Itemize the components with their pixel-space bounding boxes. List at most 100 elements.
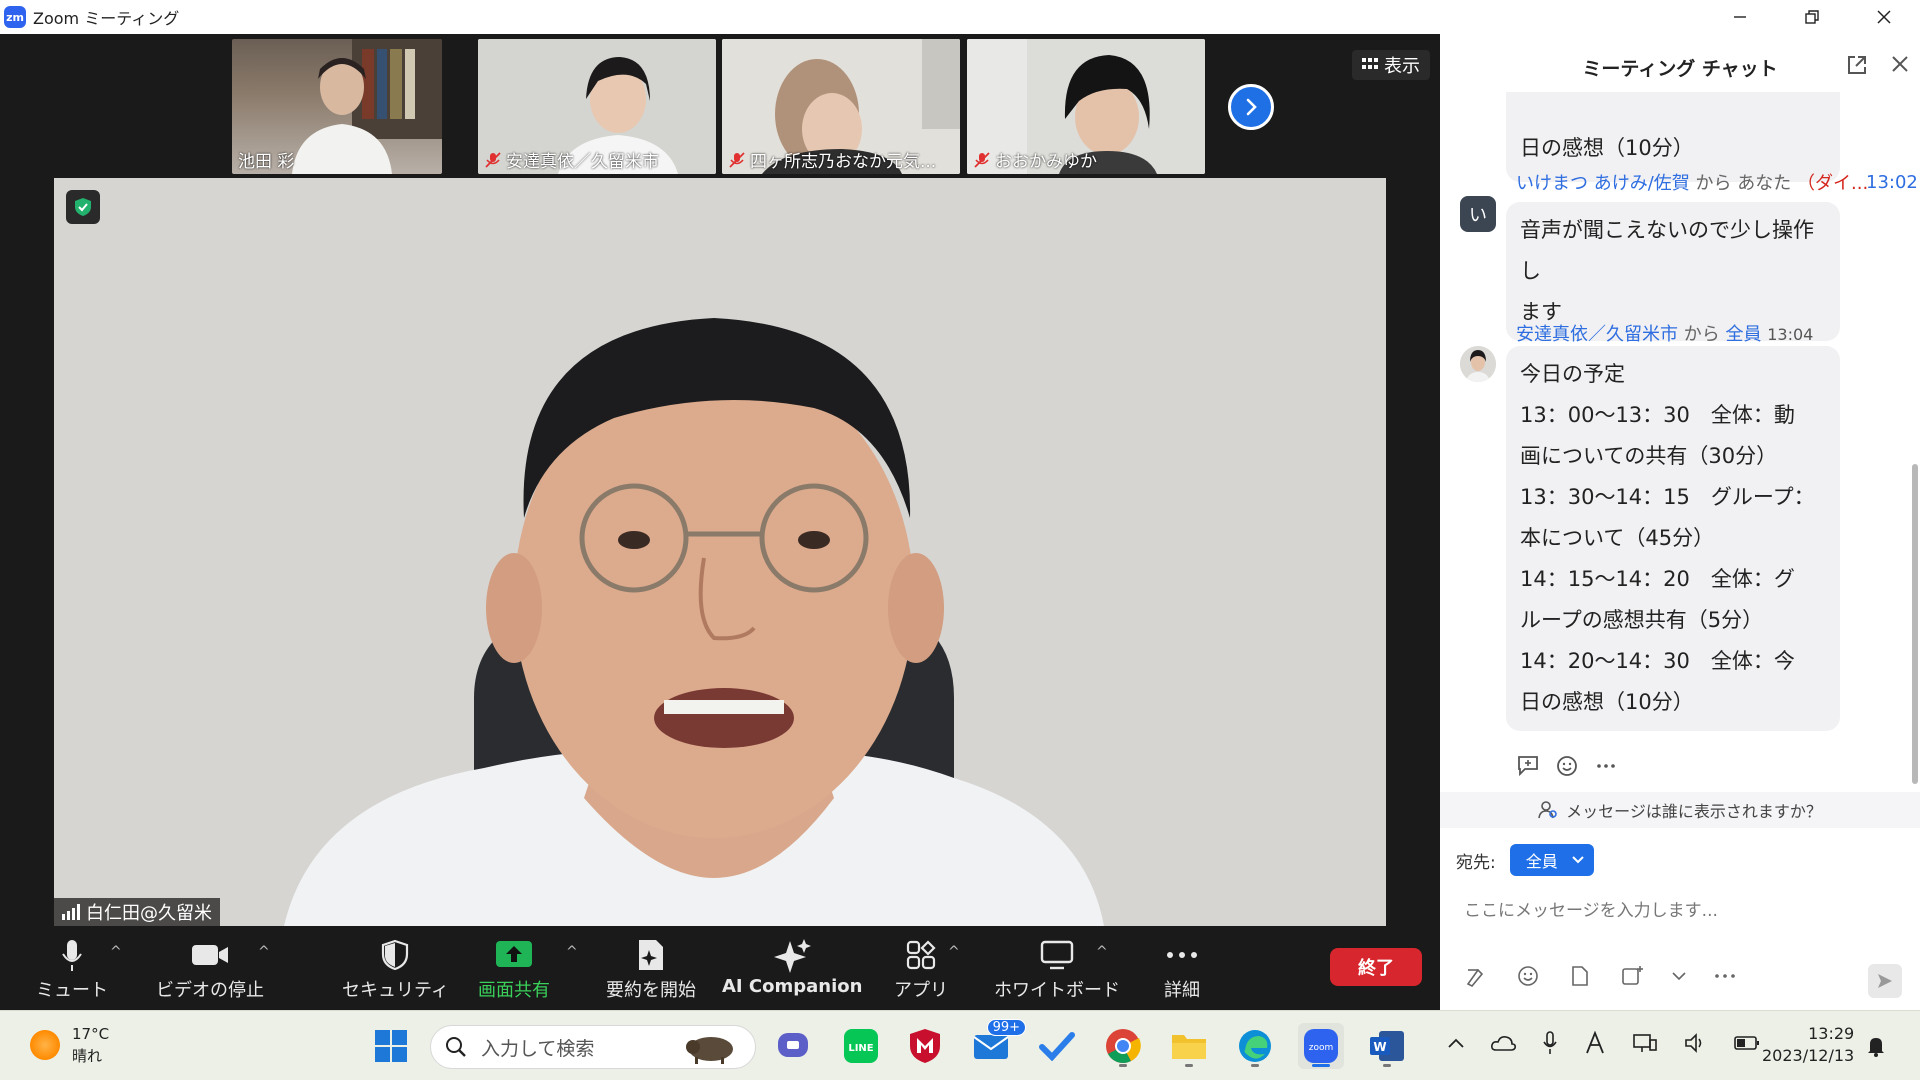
whiteboard-options-caret[interactable]: ^ [1096, 944, 1108, 960]
encryption-shield-icon[interactable] [66, 190, 100, 224]
taskbar-app-chat[interactable] [770, 1023, 816, 1069]
muted-mic-icon [729, 151, 745, 168]
ime-mode-icon[interactable] [1584, 1031, 1606, 1055]
audio-options-caret[interactable]: ^ [110, 944, 122, 960]
taskbar-search[interactable]: 入力して検索 [430, 1025, 756, 1069]
close-chat-icon[interactable] [1890, 54, 1910, 74]
chat-message-bubble: 今日の予定 13：00〜13：30 全体：動 画についての共有（30分） 13：… [1506, 346, 1840, 731]
ai-companion-button[interactable]: AI Companion [722, 934, 862, 997]
zoom-app-icon: zoom [1304, 1029, 1338, 1063]
svg-text:zoom: zoom [1309, 1043, 1334, 1053]
taskbar-clock[interactable]: 13:29 2023/12/13 [1762, 1023, 1854, 1067]
recipient-label: 宛先: [1456, 852, 1496, 873]
taskbar-app-explorer[interactable] [1166, 1023, 1212, 1069]
close-button[interactable] [1848, 0, 1920, 34]
zoom-logo-icon: zm [4, 6, 26, 28]
chat-message-input[interactable]: ここにメッセージを入力します... [1464, 896, 1718, 921]
taskbar-app-mail[interactable]: 99+ [968, 1019, 1026, 1069]
format-text-icon[interactable] [1464, 964, 1488, 988]
clock-time: 13:29 [1808, 1024, 1855, 1043]
participant-thumbnail[interactable]: 池田 彩 [232, 39, 442, 174]
summary-icon [639, 940, 663, 970]
chat-sender-line: 安達真依／久留米市 から 全員 13:04 [1516, 324, 1814, 345]
mute-button[interactable]: ミュート [36, 934, 108, 1002]
taskbar-app-zoom[interactable]: zoom [1298, 1023, 1344, 1069]
sender-name[interactable]: 安達真依／久留米市 [1516, 324, 1678, 345]
taskbar-app-todo[interactable] [1034, 1023, 1080, 1069]
taskbar-app-word[interactable]: W [1364, 1023, 1410, 1069]
participant-thumbnail[interactable]: 安達真依／久留米市 [478, 39, 716, 174]
speaker-name-tag: 白仁田@久留米 [54, 898, 220, 926]
chevron-up-icon[interactable] [1448, 1037, 1464, 1049]
edge-icon [1239, 1030, 1271, 1062]
svg-text:W: W [1373, 1040, 1386, 1054]
end-meeting-button[interactable]: 終了 [1330, 948, 1422, 986]
speaker-name: 白仁田@久留米 [86, 903, 212, 924]
more-dots-icon[interactable] [1714, 972, 1736, 980]
file-icon[interactable] [1568, 964, 1592, 988]
next-page-button[interactable] [1228, 84, 1274, 130]
start-summary-button[interactable]: 要約を開始 [606, 934, 696, 1002]
bell-icon [1868, 1038, 1884, 1057]
windows-logo-icon [375, 1030, 407, 1062]
apps-icon [906, 940, 936, 970]
microphone-icon [62, 940, 82, 971]
view-button[interactable]: 表示 [1352, 50, 1430, 80]
taskbar-app-chrome[interactable] [1100, 1023, 1146, 1069]
chrome-icon [1106, 1029, 1141, 1063]
chevron-down-icon [1572, 856, 1584, 864]
microphone-icon[interactable] [1542, 1031, 1558, 1055]
grid-view-icon [1362, 58, 1378, 69]
avatar[interactable]: い [1460, 196, 1496, 232]
message-time: 13:04 [1767, 325, 1814, 344]
share-options-caret[interactable]: ^ [566, 944, 578, 960]
emoji-icon[interactable] [1516, 964, 1540, 988]
battery-icon[interactable] [1734, 1035, 1760, 1051]
video-options-caret[interactable]: ^ [258, 944, 270, 960]
onedrive-cloud-icon[interactable] [1490, 1034, 1516, 1052]
stop-video-button[interactable]: ビデオの停止 [156, 934, 264, 1002]
chevron-down-icon[interactable] [1672, 971, 1686, 981]
chat-scrollbar[interactable] [1912, 464, 1918, 784]
share-screen-icon [496, 941, 532, 967]
title-bar: zm Zoom ミーティング [0, 0, 1920, 34]
main-speaker-video[interactable]: 白仁田@久留米 [54, 178, 1386, 926]
volume-icon[interactable] [1684, 1032, 1708, 1054]
more-options-icon[interactable] [1596, 754, 1616, 776]
message-visibility-info[interactable]: メッセージは誰に表示されますか？ [1440, 792, 1920, 828]
apps-options-caret[interactable]: ^ [948, 944, 960, 960]
recipient-select[interactable]: 全員 [1509, 844, 1594, 876]
sunny-icon [30, 1030, 60, 1060]
chat-input-tools [1464, 964, 1736, 988]
apps-button[interactable]: アプリ [894, 934, 948, 1002]
send-button[interactable] [1868, 964, 1902, 998]
emoji-reaction-icon[interactable] [1556, 754, 1580, 776]
participant-thumbnail[interactable]: 四ヶ所志乃おなか元気... [722, 39, 960, 174]
notifications-button[interactable] [1856, 1023, 1896, 1069]
word-icon: W [1370, 1031, 1404, 1061]
avatar[interactable] [1460, 346, 1496, 382]
pop-out-icon[interactable] [1846, 54, 1868, 76]
start-button[interactable] [368, 1023, 414, 1069]
screenshot-icon[interactable] [1620, 964, 1644, 988]
view-button-label: 表示 [1384, 56, 1420, 77]
taskbar-app-edge[interactable] [1232, 1023, 1278, 1069]
system-tray [1448, 1031, 1760, 1055]
taskbar-app-line[interactable]: LINE [838, 1023, 884, 1069]
network-icon[interactable] [1632, 1032, 1658, 1054]
signal-strength-icon [62, 904, 80, 920]
more-button[interactable]: 詳細 [1164, 934, 1200, 1002]
minimize-button[interactable] [1704, 0, 1776, 34]
weather-widget[interactable]: 17°C 晴れ [30, 1023, 109, 1067]
reply-icon[interactable] [1516, 754, 1540, 776]
participant-thumbnail[interactable]: おおかみゆか [967, 39, 1205, 174]
chat-sender-line: いけまつ あけみ/佐賀 から あなた （ダイ... [1516, 173, 1869, 194]
windows-taskbar: 17°C 晴れ 入力して検索 LINE 99+ zoom W 13:29 202… [0, 1010, 1920, 1080]
share-screen-button[interactable]: 画面共有 [478, 934, 550, 1002]
taskbar-app-mcafee[interactable] [902, 1023, 948, 1069]
security-button[interactable]: セキュリティ [342, 934, 449, 1002]
sender-name[interactable]: いけまつ あけみ/佐賀 [1516, 173, 1690, 194]
restore-button[interactable] [1776, 0, 1848, 34]
speaker-video-frame [54, 178, 1386, 926]
chat-panel: ミーティング チャット 日の感想（10分） いけまつ あけみ/佐賀 から あなた… [1440, 34, 1920, 1010]
